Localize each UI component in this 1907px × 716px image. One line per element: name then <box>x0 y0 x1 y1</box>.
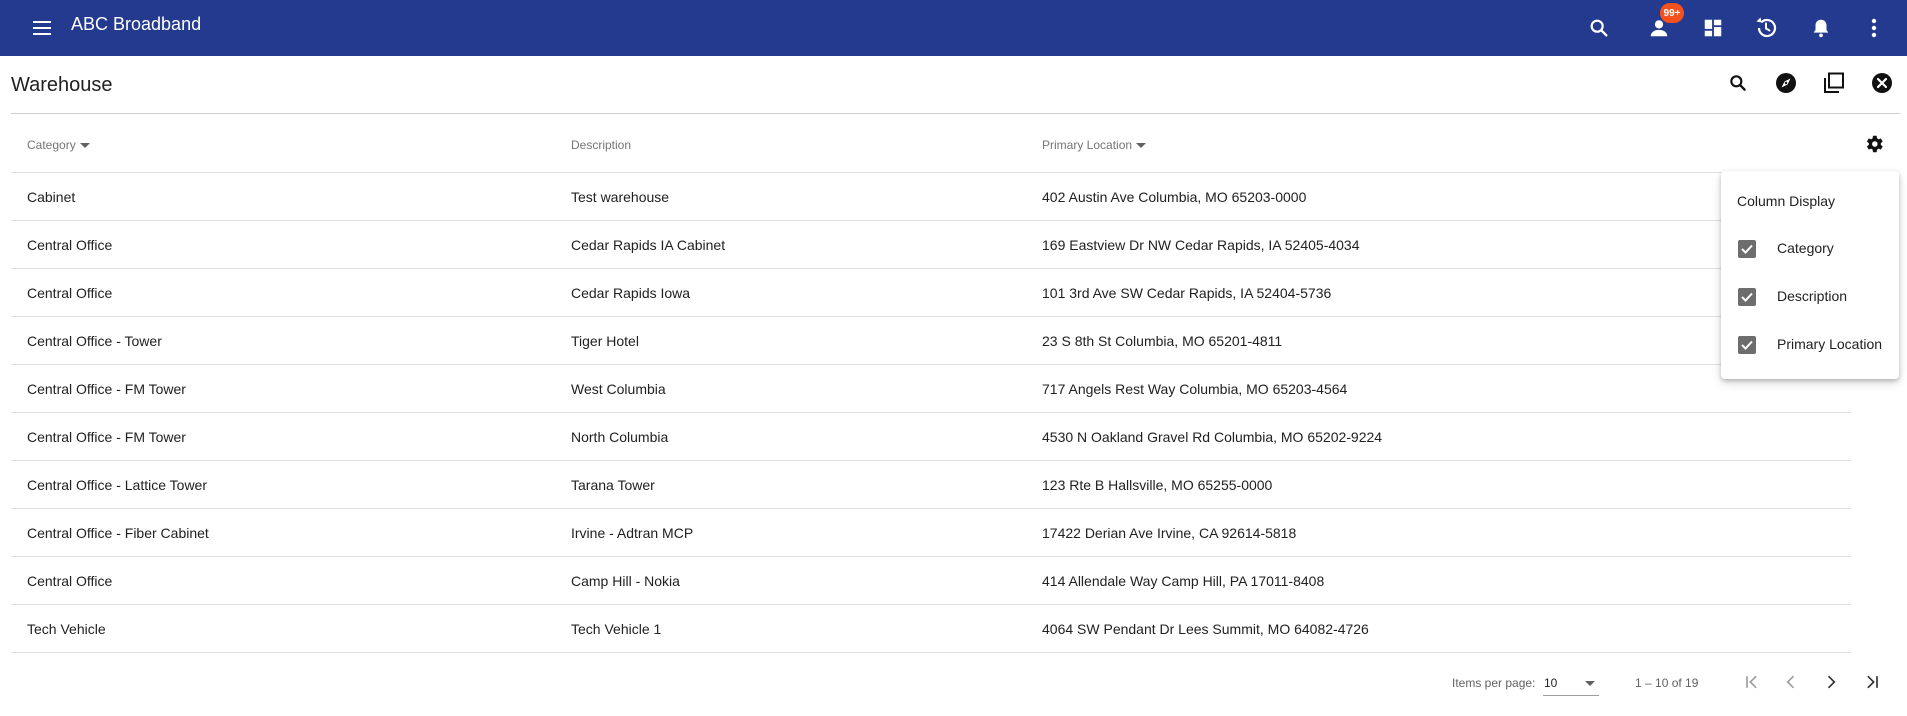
column-option-description[interactable]: Description <box>1721 276 1899 316</box>
search-icon[interactable] <box>1583 12 1615 44</box>
user-icon[interactable]: 99+ <box>1643 3 1684 44</box>
checkbox-checked-icon[interactable] <box>1738 288 1756 306</box>
cell-primary-location: 414 Allendale Way Camp Hill, PA 17011-84… <box>1042 573 1325 589</box>
previous-page-icon[interactable] <box>1775 666 1807 698</box>
cell-description: Cedar Rapids Iowa <box>571 285 691 301</box>
cell-category: Central Office <box>27 285 113 301</box>
compass-icon[interactable] <box>1770 67 1802 99</box>
column-header-label: Description <box>571 138 632 152</box>
table-row[interactable]: Central Office - Lattice Tower Tarana To… <box>11 461 1851 509</box>
column-display-title: Column Display <box>1737 193 1836 209</box>
column-display-panel: Column Display Category Description Prim… <box>1721 171 1899 379</box>
sort-arrow-icon <box>79 142 90 148</box>
cell-description: Tarana Tower <box>571 477 655 493</box>
sort-arrow-icon <box>1136 142 1147 148</box>
cell-category: Central Office - FM Tower <box>27 429 186 445</box>
app-title: ABC Broadband <box>71 14 202 34</box>
history-icon[interactable] <box>1750 12 1782 44</box>
dropdown-arrow-icon <box>1585 681 1595 686</box>
cell-description: Tiger Hotel <box>571 333 639 349</box>
column-settings-gear-icon[interactable] <box>1860 130 1888 158</box>
cell-primary-location: 17422 Derian Ave Irvine, CA 92614-5818 <box>1042 525 1297 541</box>
column-option-label: Description <box>1777 288 1848 304</box>
table-row[interactable]: Central Office Cedar Rapids IA Cabinet 1… <box>11 221 1851 269</box>
column-option-label: Primary Location <box>1777 336 1883 352</box>
cell-primary-location: 402 Austin Ave Columbia, MO 65203-0000 <box>1042 189 1307 205</box>
cell-primary-location: 123 Rte B Hallsville, MO 65255-0000 <box>1042 477 1273 493</box>
table-row[interactable]: Central Office - Tower Tiger Hotel 23 S … <box>11 317 1851 365</box>
cell-primary-location: 169 Eastview Dr NW Cedar Rapids, IA 5240… <box>1042 237 1360 253</box>
table-row[interactable]: Central Office Cedar Rapids Iowa 101 3rd… <box>11 269 1851 317</box>
table-header-row: Category Description Primary Location <box>11 114 1851 173</box>
cell-primary-location: 717 Angels Rest Way Columbia, MO 65203-4… <box>1042 381 1348 397</box>
table-row[interactable]: Cabinet Test warehouse 402 Austin Ave Co… <box>11 173 1851 221</box>
dashboard-icon[interactable] <box>1697 12 1729 44</box>
copy-icon[interactable] <box>1818 67 1850 99</box>
column-option-category[interactable]: Category <box>1721 228 1899 268</box>
last-page-icon[interactable] <box>1856 666 1888 698</box>
column-header-primary-location[interactable]: Primary Location <box>1042 138 1147 152</box>
cell-category: Central Office - Tower <box>27 333 162 349</box>
table-row[interactable]: Central Office - FM Tower West Columbia … <box>11 365 1851 413</box>
cell-category: Central Office - Lattice Tower <box>27 477 208 493</box>
cell-description: Irvine - Adtran MCP <box>571 525 694 541</box>
cell-primary-location: 4064 SW Pendant Dr Lees Summit, MO 64082… <box>1042 621 1369 637</box>
menu-icon[interactable] <box>28 14 56 42</box>
notification-badge: 99+ <box>1660 3 1684 23</box>
checkbox-checked-icon[interactable] <box>1738 336 1756 354</box>
column-header-category[interactable]: Category <box>27 138 90 152</box>
checkbox-checked-icon[interactable] <box>1738 240 1756 258</box>
page-range-label: 1 – 10 of 19 <box>1635 676 1699 690</box>
cell-primary-location: 101 3rd Ave SW Cedar Rapids, IA 52404-57… <box>1042 285 1332 301</box>
cell-primary-location: 4530 N Oakland Gravel Rd Columbia, MO 65… <box>1042 429 1383 445</box>
warehouse-table: Category Description Primary Location Ca… <box>11 114 1851 653</box>
cell-category: Cabinet <box>27 189 76 205</box>
bell-icon[interactable] <box>1805 12 1837 44</box>
more-vert-icon[interactable] <box>1858 12 1890 44</box>
column-option-primary-location[interactable]: Primary Location <box>1721 324 1899 364</box>
paginator: Items per page: 10 1 – 10 of 19 <box>0 654 1907 710</box>
column-header-label: Primary Location <box>1042 138 1133 152</box>
cell-category: Central Office - FM Tower <box>27 381 186 397</box>
table-row[interactable]: Tech Vehicle Tech Vehicle 1 4064 SW Pend… <box>11 605 1851 653</box>
cell-primary-location: 23 S 8th St Columbia, MO 65201-4811 <box>1042 333 1283 349</box>
column-header-description[interactable]: Description <box>571 138 631 152</box>
cell-category: Central Office <box>27 573 113 589</box>
table-row[interactable]: Central Office - Fiber Cabinet Irvine - … <box>11 509 1851 557</box>
cell-category: Central Office <box>27 237 113 253</box>
table-row[interactable]: Central Office - FM Tower North Columbia… <box>11 413 1851 461</box>
items-per-page-select[interactable]: 10 <box>1543 670 1599 696</box>
column-option-label: Category <box>1777 240 1834 256</box>
page-title: Warehouse <box>11 74 113 96</box>
cell-description: Tech Vehicle 1 <box>571 621 662 637</box>
column-header-label: Category <box>27 138 76 152</box>
first-page-icon[interactable] <box>1736 666 1768 698</box>
items-per-page-label: Items per page: <box>1452 676 1536 690</box>
items-per-page-value: 10 <box>1544 676 1558 690</box>
cell-description: Camp Hill - Nokia <box>571 573 680 589</box>
cell-description: North Columbia <box>571 429 669 445</box>
app-bar: ABC Broadband 99+ <box>0 0 1907 56</box>
close-icon[interactable] <box>1866 67 1898 99</box>
cell-description: Test warehouse <box>571 189 670 205</box>
cell-category: Central Office - Fiber Cabinet <box>27 525 209 541</box>
table-row[interactable]: Central Office Camp Hill - Nokia 414 All… <box>11 557 1851 605</box>
cell-description: Cedar Rapids IA Cabinet <box>571 237 726 253</box>
cell-description: West Columbia <box>571 381 666 397</box>
cell-category: Tech Vehicle <box>27 621 106 637</box>
next-page-icon[interactable] <box>1815 666 1847 698</box>
search-icon[interactable] <box>1722 67 1754 99</box>
